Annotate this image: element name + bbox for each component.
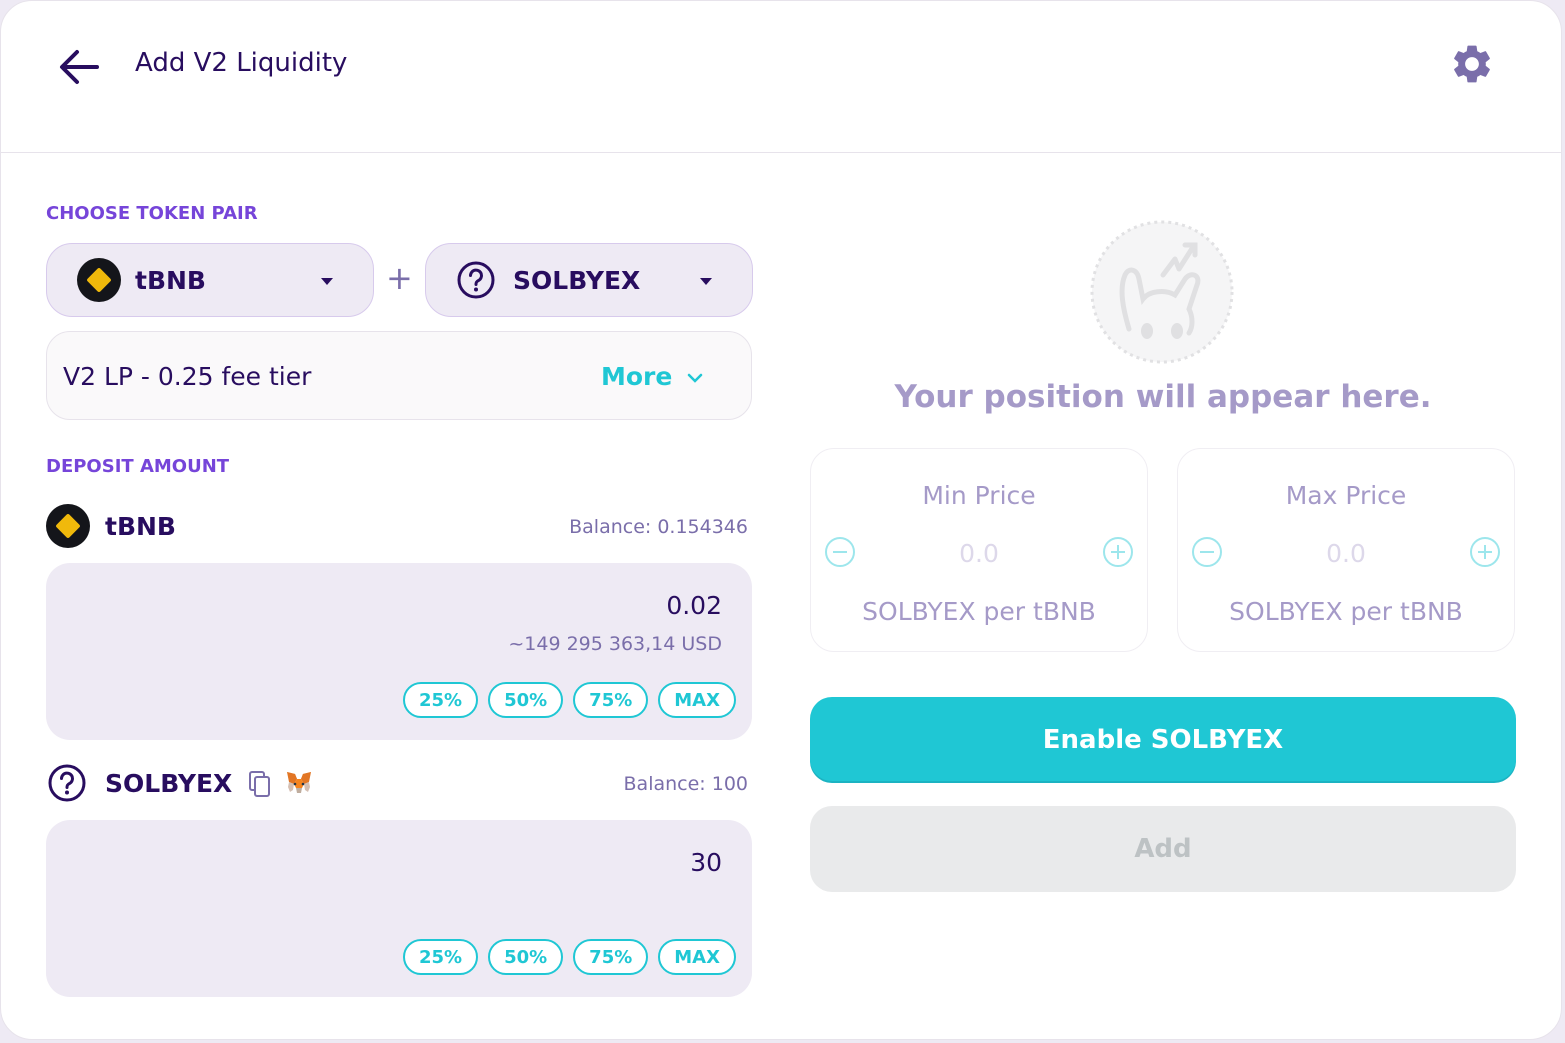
pct-75-button[interactable]: 75%	[573, 682, 649, 718]
choose-token-pair-label: CHOOSE TOKEN PAIR	[46, 203, 258, 224]
min-price-value[interactable]: 0.0	[811, 539, 1147, 568]
token-b-symbol: SOLBYEX	[513, 266, 641, 295]
settings-button[interactable]	[1449, 41, 1495, 87]
add-button[interactable]: Add	[810, 806, 1516, 892]
pct-25-button[interactable]: 25%	[402, 939, 479, 975]
deposit-token-a-symbol: tBNB	[105, 512, 176, 541]
fee-tier-label: V2 LP - 0.25 fee tier	[63, 362, 312, 391]
max-price-value[interactable]: 0.0	[1178, 539, 1514, 568]
min-price-box: Min Price 0.0 SOLBYEX per tBNB	[810, 448, 1148, 652]
chevron-down-icon	[321, 278, 333, 285]
max-price-unit: SOLBYEX per tBNB	[1229, 597, 1463, 626]
token-b-amount-value[interactable]: 30	[690, 848, 722, 877]
more-button[interactable]: More	[601, 362, 705, 391]
question-token-icon	[457, 261, 495, 299]
plus-circle-icon[interactable]	[1470, 537, 1500, 567]
add-liquidity-card: Add V2 Liquidity CHOOSE TOKEN PAIR tBNB …	[0, 0, 1562, 1040]
back-button[interactable]	[53, 41, 105, 93]
chevron-down-icon	[687, 373, 703, 383]
min-price-unit: SOLBYEX per tBNB	[862, 597, 1096, 626]
enable-token-button[interactable]: Enable SOLBYEX	[810, 697, 1516, 783]
max-price-title: Max Price	[1285, 481, 1407, 510]
copy-icon[interactable]	[247, 770, 273, 798]
token-a-balance: Balance: 0.154346	[569, 516, 748, 538]
pct-25-button[interactable]: 25%	[402, 682, 479, 718]
page-header: Add V2 Liquidity	[1, 1, 1561, 153]
gear-icon	[1454, 45, 1490, 83]
pct-max-button[interactable]: MAX	[658, 939, 736, 975]
token-a-amount-value[interactable]: 0.02	[666, 591, 722, 620]
token-b-balance: Balance: 100	[623, 773, 748, 795]
token-b-amount-input[interactable]: 30 25% 50% 75% MAX	[46, 820, 752, 997]
token-a-usd-value: ~149 295 363,14 USD	[508, 633, 722, 655]
fee-tier-box: V2 LP - 0.25 fee tier More	[46, 331, 752, 420]
pct-75-button[interactable]: 75%	[573, 939, 649, 975]
plus-circle-icon[interactable]	[1103, 537, 1133, 567]
chevron-down-icon	[700, 278, 712, 285]
token-a-symbol: tBNB	[135, 266, 206, 295]
plus-icon: +	[386, 259, 413, 297]
more-label: More	[601, 362, 673, 391]
max-price-box: Max Price 0.0 SOLBYEX per tBNB	[1177, 448, 1515, 652]
bnb-token-icon	[46, 504, 90, 548]
pct-max-button[interactable]: MAX	[658, 682, 736, 718]
token-a-percent-buttons: 25% 50% 75% MAX	[402, 682, 736, 718]
token-b-percent-buttons: 25% 50% 75% MAX	[402, 939, 736, 975]
deposit-token-b-symbol: SOLBYEX	[105, 769, 233, 798]
token-a-select[interactable]: tBNB	[46, 243, 374, 317]
token-a-amount-input[interactable]: 0.02 ~149 295 363,14 USD 25% 50% 75% MAX	[46, 563, 752, 740]
metamask-icon[interactable]	[285, 770, 313, 796]
deposit-amount-label: DEPOSIT AMOUNT	[46, 456, 230, 477]
bunny-placeholder-icon	[1090, 220, 1234, 364]
pct-50-button[interactable]: 50%	[488, 682, 564, 718]
pct-50-button[interactable]: 50%	[488, 939, 564, 975]
arrow-left-icon	[60, 50, 99, 84]
question-token-icon	[48, 764, 86, 802]
token-b-select[interactable]: SOLBYEX	[425, 243, 753, 317]
position-placeholder-text: Your position will appear here.	[894, 379, 1432, 415]
bnb-token-icon	[77, 258, 121, 302]
page-title: Add V2 Liquidity	[135, 48, 348, 78]
min-price-title: Min Price	[922, 481, 1036, 510]
